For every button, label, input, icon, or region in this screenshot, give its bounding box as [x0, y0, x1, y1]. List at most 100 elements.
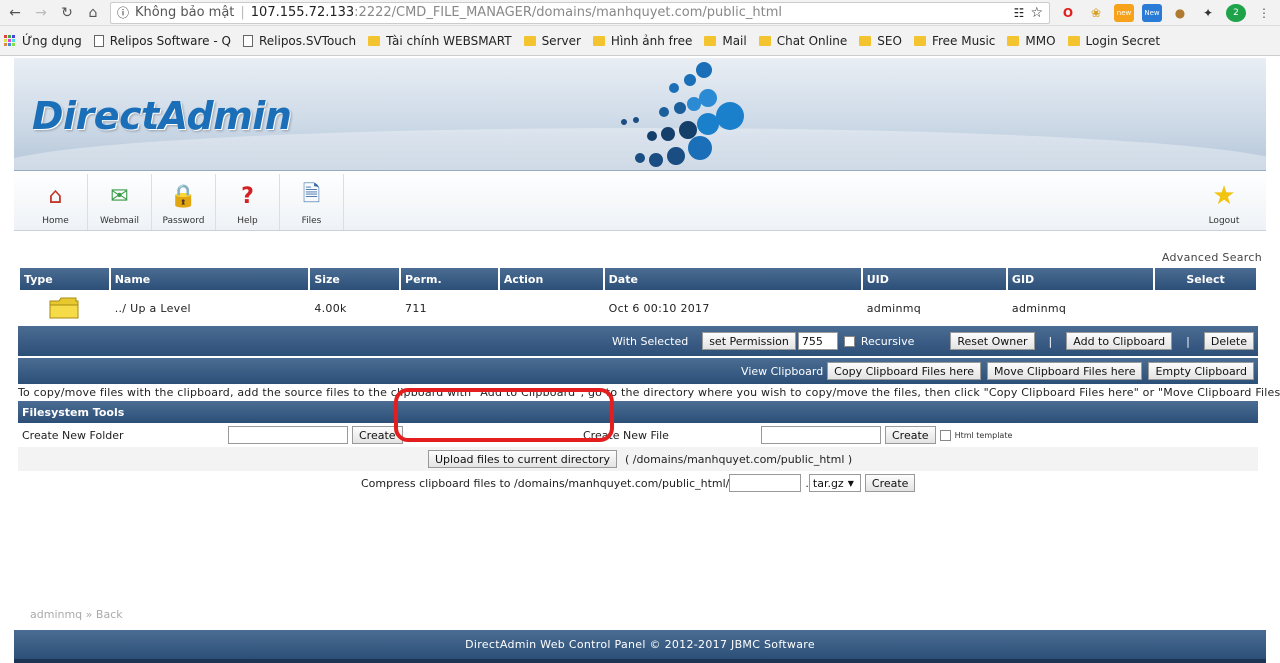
create-folder-button[interactable]: Create [352, 426, 403, 444]
new-file-input[interactable] [761, 426, 881, 444]
bookmark-item[interactable]: Relipos.SVTouch [242, 34, 356, 48]
bookmark-item[interactable]: Tài chính WEBSMART [368, 34, 512, 48]
upload-group: Upload files to current directory ( /dom… [428, 450, 852, 468]
select-cell [1155, 290, 1256, 326]
move-clipboard-button[interactable]: Move Clipboard Files here [987, 362, 1143, 380]
cookie-extension-icon[interactable]: ● [1170, 4, 1190, 22]
html-template-label: Html template [954, 430, 1013, 440]
forward-arrow-icon[interactable]: → [32, 4, 50, 22]
home-button[interactable]: ⌂ Home [24, 174, 88, 230]
advanced-search-link[interactable]: Advanced Search [14, 231, 1266, 268]
back-arrow-icon[interactable]: ← [6, 4, 24, 22]
flower-extension-icon[interactable]: ❀ [1086, 4, 1106, 22]
puzzle-extension-icon[interactable]: ✦ [1198, 4, 1218, 22]
help-label: Help [237, 216, 258, 226]
folder-icon [592, 35, 605, 46]
apps-icon [4, 34, 16, 47]
star-icon[interactable]: ☆ [1030, 5, 1043, 21]
bookmark-item[interactable]: Hình ảnh free [592, 34, 692, 48]
new-extension-icon[interactable]: new [1114, 3, 1134, 22]
folder-icon [523, 35, 536, 46]
bookmark-item[interactable]: SEO [859, 34, 902, 48]
logout-label: Logout [1208, 216, 1240, 226]
table-row[interactable]: ../ Up a Level 4.00k 711 Oct 6 00:10 201… [20, 290, 1256, 326]
empty-clipboard-button[interactable]: Empty Clipboard [1148, 362, 1254, 380]
logout-button[interactable]: ★ Logout [1192, 174, 1256, 230]
new-extension-icon-2[interactable]: New [1142, 3, 1162, 22]
html-template-checkbox[interactable] [939, 429, 951, 441]
view-clipboard-link[interactable]: View Clipboard [741, 365, 823, 378]
col-name[interactable]: Name [110, 268, 309, 290]
browser-address-bar: ← → ↻ ⌂ ⓘ Không bảo mật | 107.155.72.133… [0, 0, 1280, 26]
clipboard-instructions: To copy/move files with the clipboard, a… [18, 386, 1280, 399]
file-table-header: Type Name Size Perm. Action Date UID GID… [20, 268, 1256, 290]
bookmark-item[interactable]: Relipos Software - Q [93, 34, 231, 48]
home-page-icon[interactable]: ⌂ [84, 4, 102, 22]
recursive-checkbox[interactable] [843, 335, 855, 347]
bookmark-item[interactable]: Mail [704, 34, 747, 48]
with-selected-bar: With Selected set Permission 755 Recursi… [18, 326, 1258, 356]
reload-icon[interactable]: ↻ [58, 4, 76, 22]
opera-extension-icon[interactable]: O [1058, 4, 1078, 22]
bookmark-item[interactable]: MMO [1007, 34, 1056, 48]
url-separator: | [240, 5, 245, 20]
col-date[interactable]: Date [604, 268, 861, 290]
info-icon[interactable]: ⓘ [117, 4, 129, 21]
password-label: Password [162, 216, 205, 226]
add-to-clipboard-button[interactable]: Add to Clipboard [1066, 332, 1173, 350]
create-file-group: Create Html template [761, 426, 1012, 444]
bookmark-item[interactable]: Server [523, 34, 581, 48]
create-file-button[interactable]: Create [885, 426, 936, 444]
bookmark-label: SEO [877, 33, 902, 48]
directadmin-page: DirectAdmin ⌂ Home ✉ Webmail 🔒 Password … [14, 58, 1280, 663]
up-level-link[interactable]: ../ Up a Level [111, 290, 309, 326]
footer-strip [14, 659, 1266, 663]
create-folder-group: Create [228, 426, 403, 444]
help-button[interactable]: ? Help [216, 174, 280, 230]
menu-kebab-icon[interactable]: ⋮ [1254, 4, 1274, 22]
url-input[interactable]: ⓘ Không bảo mật | 107.155.72.133:2222/CM… [110, 1, 1050, 24]
files-button[interactable]: 🗎 Files [280, 174, 344, 230]
col-perm[interactable]: Perm. [401, 268, 498, 290]
breadcrumb-user[interactable]: adminmq [30, 608, 82, 621]
folder-icon [49, 297, 79, 319]
padlock-icon: 🔒 [169, 183, 198, 209]
divider: | [1186, 334, 1190, 348]
bookmark-item[interactable]: Ứng dụng [4, 34, 82, 48]
folder-cell[interactable] [20, 290, 109, 326]
breadcrumb-sep: » [85, 608, 93, 621]
permission-input[interactable]: 755 [797, 332, 838, 350]
compress-create-button[interactable]: Create [864, 474, 916, 492]
directadmin-logo[interactable]: DirectAdmin [32, 94, 292, 138]
bookmark-item[interactable]: Chat Online [758, 33, 848, 48]
bookmarks-bar: Ứng dụng Relipos Software - Q Relipos.SVTo… [0, 26, 1280, 56]
compress-format-select[interactable]: tar.gz ▼ [808, 474, 861, 492]
col-gid[interactable]: GID [1007, 268, 1154, 290]
copy-clipboard-button[interactable]: Copy Clipboard Files here [827, 362, 982, 380]
col-type[interactable]: Type [20, 268, 109, 290]
url-host: 107.155.72.133 [250, 5, 355, 20]
webmail-button[interactable]: ✉ Webmail [88, 174, 152, 230]
delete-button[interactable]: Delete [1203, 332, 1254, 350]
folder-icon [913, 35, 926, 46]
new-folder-input[interactable] [228, 426, 348, 444]
main-toolbar: ⌂ Home ✉ Webmail 🔒 Password ? Help 🗎 Fil… [14, 171, 1266, 231]
col-uid[interactable]: UID [862, 268, 1006, 290]
breadcrumb-back[interactable]: Back [96, 608, 123, 621]
translate-icon[interactable]: ☷ [1014, 6, 1025, 20]
set-permission-button[interactable]: set Permission [702, 332, 796, 350]
compress-label: Compress clipboard files to /domains/man… [361, 476, 730, 490]
page-icon [242, 34, 253, 47]
reset-owner-button[interactable]: Reset Owner [950, 332, 1035, 350]
upload-files-button[interactable]: Upload files to current directory [428, 450, 617, 468]
create-file-label: Create New File [583, 428, 669, 442]
col-size[interactable]: Size [310, 268, 400, 290]
grammar-extension-icon[interactable]: 2 [1226, 3, 1246, 22]
bookmark-label: Chat Online [776, 33, 848, 48]
bookmark-item[interactable]: Login Secret [1067, 34, 1160, 48]
house-icon: ⌂ [48, 183, 63, 209]
compress-filename-input[interactable] [729, 474, 802, 492]
perm-cell: 711 [405, 301, 427, 315]
password-button[interactable]: 🔒 Password [152, 174, 216, 230]
bookmark-item[interactable]: Free Music [913, 34, 995, 48]
